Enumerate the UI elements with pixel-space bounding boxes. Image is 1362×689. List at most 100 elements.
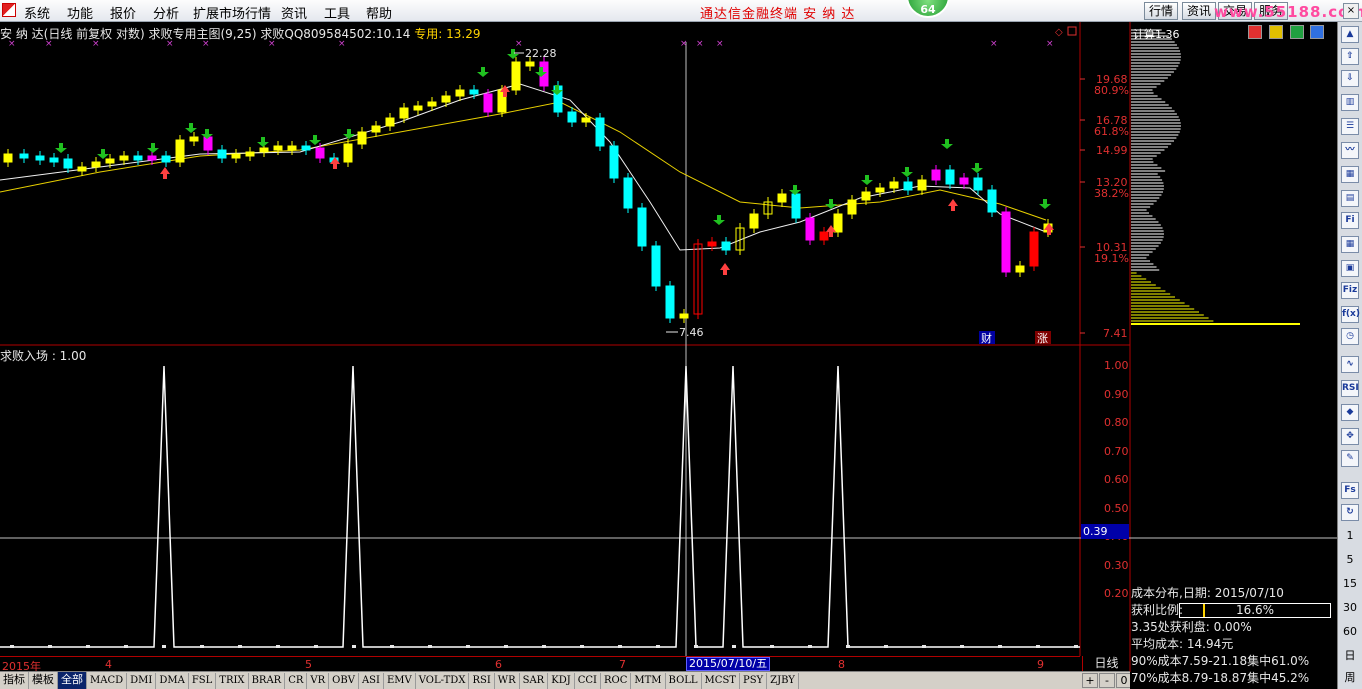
finance-mark-label: 财 — [981, 331, 992, 345]
indicator-dot — [86, 645, 90, 648]
window-close-icon[interactable]: × — [1343, 3, 1359, 19]
tab-asi[interactable]: ASI — [359, 673, 384, 689]
chip-yellow-icon[interactable] — [1268, 25, 1283, 39]
candle — [413, 105, 423, 111]
indicator-dot — [1036, 645, 1040, 648]
ind-tick: 0.60 — [1104, 473, 1129, 486]
period-selector[interactable]: 日线 — [1082, 656, 1130, 671]
date-label: 5 — [305, 658, 312, 671]
tab-fsl[interactable]: FSL — [189, 673, 217, 689]
menu-tools[interactable]: 工具 — [324, 3, 350, 22]
badge-64[interactable]: 64 — [906, 0, 950, 18]
period-day[interactable]: 日 — [1341, 648, 1359, 665]
period-60min[interactable]: 60 — [1341, 624, 1359, 641]
menu-function[interactable]: 功能 — [67, 3, 93, 22]
candle — [791, 193, 801, 219]
grid-icon[interactable]: ▦ — [1341, 166, 1359, 183]
menu-news[interactable]: 资讯 — [281, 3, 307, 22]
reset-button[interactable]: 0 — [1116, 673, 1130, 688]
chip-green-icon[interactable] — [1289, 25, 1304, 39]
btn-news[interactable]: 资讯 — [1182, 2, 1217, 20]
period-5min[interactable]: 5 — [1341, 552, 1359, 569]
tab-macd[interactable]: MACD — [87, 673, 128, 689]
tab-boll[interactable]: BOLL — [666, 673, 702, 689]
menu-analysis[interactable]: 分析 — [153, 3, 179, 22]
top-mark-icon: × — [680, 39, 688, 49]
chart-icon[interactable]: 〰 — [1341, 142, 1359, 159]
formula-icon[interactable]: f(x) — [1341, 306, 1360, 323]
tab-mtm[interactable]: MTM — [631, 673, 666, 689]
chip-red-icon[interactable] — [1248, 25, 1262, 39]
period-15min[interactable]: 15 — [1341, 576, 1359, 593]
rsi-icon[interactable]: RSI — [1341, 380, 1359, 397]
tab-全部[interactable]: 全部 — [58, 672, 87, 689]
wave-icon[interactable]: ∿ — [1341, 356, 1359, 373]
tab-dmi[interactable]: DMI — [127, 673, 157, 689]
kline-icon[interactable]: ▥ — [1341, 94, 1359, 111]
fiz-icon[interactable]: Fiz — [1341, 282, 1359, 299]
candle — [217, 149, 227, 159]
zoom-out-button[interactable]: - — [1099, 673, 1115, 688]
period-week[interactable]: 周 — [1341, 670, 1359, 687]
tab-模板[interactable]: 模板 — [29, 672, 58, 689]
refresh-icon[interactable]: ↻ — [1341, 504, 1359, 521]
candle — [175, 139, 185, 163]
tab-psy[interactable]: PSY — [740, 673, 768, 689]
tab-rsi[interactable]: RSI — [469, 673, 495, 689]
menu-ext-market[interactable]: 扩展市场行情 — [193, 3, 271, 22]
tab-vr[interactable]: VR — [307, 673, 330, 689]
up-arrow-icon[interactable]: ⇧ — [1341, 48, 1359, 65]
chip-tool-icons — [1248, 25, 1327, 42]
tab-dma[interactable]: DMA — [156, 673, 189, 689]
up-arrow-icon[interactable]: ▲ — [1341, 26, 1359, 43]
fs-icon[interactable]: Fs — [1341, 482, 1359, 499]
tab-trix[interactable]: TRIX — [216, 673, 249, 689]
indicator-dot — [846, 645, 850, 648]
menu-help[interactable]: 帮助 — [366, 3, 392, 22]
tile-icon[interactable]: ▣ — [1341, 260, 1359, 277]
doc-icon[interactable]: ▤ — [1341, 190, 1359, 207]
move-icon[interactable]: ✥ — [1341, 428, 1359, 445]
cost-date-label: 成本分布,日期: — [1131, 586, 1211, 600]
candle — [987, 189, 997, 213]
tab-emv[interactable]: EMV — [384, 673, 416, 689]
list-icon[interactable]: ☰ — [1341, 118, 1359, 135]
qq-value: 10.14 — [376, 27, 411, 41]
fi-icon[interactable]: Fi — [1341, 212, 1359, 229]
btn-quote[interactable]: 行情 — [1144, 2, 1179, 20]
eraser-icon[interactable]: ◆ — [1341, 404, 1359, 421]
tab-sar[interactable]: SAR — [520, 673, 549, 689]
candle — [609, 145, 619, 179]
pencil-icon[interactable]: ✎ — [1341, 450, 1359, 467]
candle — [3, 153, 13, 163]
main-chart[interactable]: 19.68 80.9% 16.78 61.8% 14.99 13.20 38.2… — [0, 22, 1337, 672]
period-30min[interactable]: 30 — [1341, 600, 1359, 617]
tab-wr[interactable]: WR — [495, 673, 520, 689]
period-1min[interactable]: 1 — [1341, 528, 1359, 545]
date-label: 4 — [105, 658, 112, 671]
tab-mcst[interactable]: MCST — [702, 673, 740, 689]
menu-system[interactable]: 系统 — [24, 3, 50, 22]
tab-vol-tdx[interactable]: VOL-TDX — [416, 673, 470, 689]
top-mark-icon: × — [515, 39, 523, 49]
tab-cr[interactable]: CR — [285, 673, 308, 689]
menu-quote[interactable]: 报价 — [110, 3, 136, 22]
clock-icon[interactable]: ◷ — [1341, 328, 1359, 345]
zoom-in-button[interactable]: + — [1082, 673, 1098, 688]
tab-指标[interactable]: 指标 — [0, 672, 29, 689]
diamond-icon: ◇ — [1055, 27, 1063, 38]
indicator-dot — [542, 645, 546, 648]
tab-roc[interactable]: ROC — [601, 673, 632, 689]
table-icon[interactable]: ▦ — [1341, 236, 1359, 253]
down-arrow-icon[interactable]: ⇩ — [1341, 70, 1359, 87]
candle — [833, 213, 843, 233]
date-label: 9 — [1037, 658, 1044, 671]
restore-icon — [1067, 26, 1077, 36]
tab-zjby[interactable]: ZJBY — [767, 673, 799, 689]
tab-cci[interactable]: CCI — [575, 673, 601, 689]
tab-obv[interactable]: OBV — [329, 673, 359, 689]
chip-blue-icon[interactable] — [1310, 25, 1325, 39]
candle — [287, 145, 297, 151]
tab-kdj[interactable]: KDJ — [548, 673, 575, 689]
tab-brar[interactable]: BRAR — [249, 673, 286, 689]
